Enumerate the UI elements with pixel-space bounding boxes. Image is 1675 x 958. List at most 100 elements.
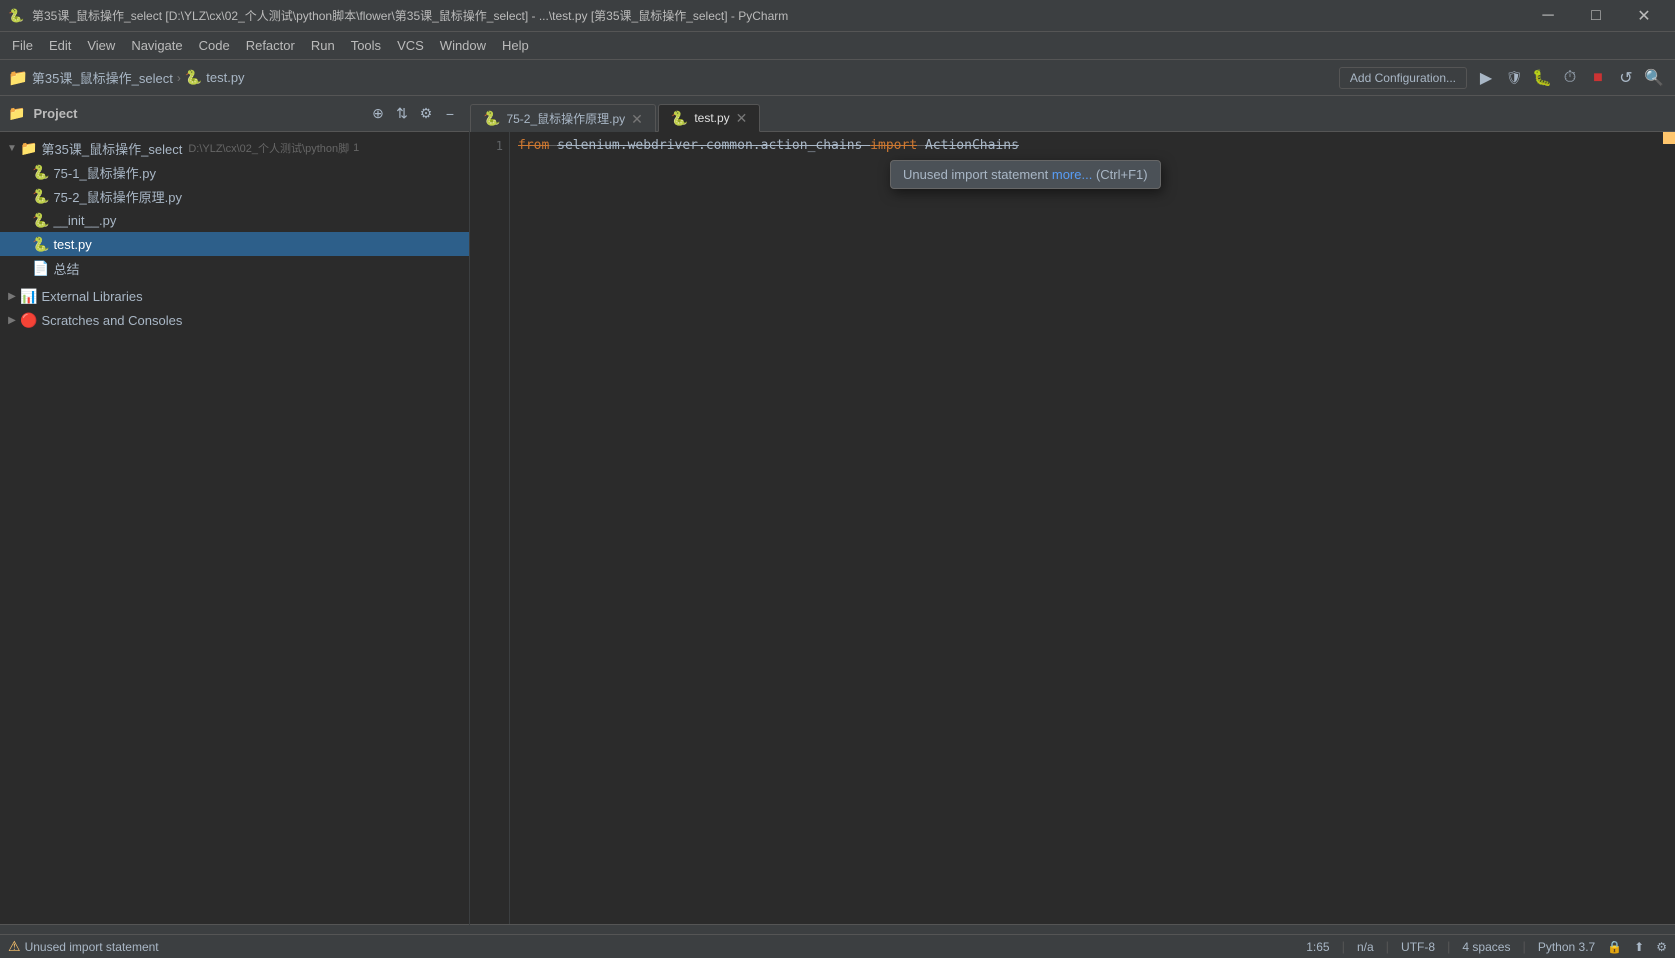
breadcrumb-project[interactable]: 第35课_鼠标操作_select [32,68,173,87]
minimize-button[interactable]: ─ [1525,0,1571,32]
tab-close-75-2[interactable]: ✕ [631,112,643,126]
search-everywhere-button[interactable]: 🔍 [1641,65,1667,91]
code-line-1: from selenium.webdriver.common.action_ch… [518,136,1655,156]
menu-file[interactable]: File [4,34,41,57]
expand-arrow: ▶ [4,288,20,304]
file-label: test.py [53,237,91,252]
menu-code[interactable]: Code [191,34,238,57]
status-indent[interactable]: 4 spaces [1462,940,1510,954]
hide-button[interactable]: − [439,103,461,125]
reload-button[interactable]: ↺ [1613,65,1639,91]
scratches-label: Scratches and Consoles [41,313,182,328]
status-position[interactable]: 1:65 [1306,940,1329,954]
title-bar: 🐍 第35课_鼠标操作_select [D:\YLZ\cx\02_个人测试\py… [0,0,1675,32]
py-file-icon: 🐍 [32,188,49,205]
right-gutter [1663,132,1675,924]
menu-edit[interactable]: Edit [41,34,79,57]
status-bar: ⚠ Unused import statement 1:65 | n/a | U… [0,934,1675,958]
status-selection: n/a [1357,940,1374,954]
tree-item-75-1[interactable]: 🐍 75-1_鼠标操作.py [0,160,469,184]
status-vcs: ⚙ [1656,940,1667,954]
code-area[interactable]: from selenium.webdriver.common.action_ch… [510,132,1663,924]
sidebar-title: Project [33,106,359,121]
window-controls: ─ □ ✕ [1525,0,1667,32]
sidebar-scrollbar[interactable] [0,924,469,934]
tab-label: test.py [694,111,729,125]
run-button[interactable]: ▶ [1473,65,1499,91]
tab-file-icon: 🐍 [483,110,500,127]
extlib-icon: 📊 [20,288,37,305]
menu-bar: File Edit View Navigate Code Refactor Ru… [0,32,1675,60]
folder-icon: 📁 [20,140,37,157]
tab-75-2[interactable]: 🐍 75-2_鼠标操作原理.py ✕ [470,104,656,132]
menu-navigate[interactable]: Navigate [123,34,190,57]
profile-button[interactable]: ⏱ [1557,65,1583,91]
warning-indicator [1663,132,1675,144]
file-label: __init__.py [53,213,116,228]
stop-button[interactable]: ■ [1585,65,1611,91]
maximize-button[interactable]: □ [1573,0,1619,32]
locate-button[interactable]: ⊕ [367,103,389,125]
tab-label: 75-2_鼠标操作原理.py [506,110,625,127]
file-label: 总结 [53,259,79,278]
menu-refactor[interactable]: Refactor [238,34,303,57]
tab-bar: 🐍 75-2_鼠标操作原理.py ✕ 🐍 test.py ✕ [470,96,1675,132]
status-encoding[interactable]: UTF-8 [1401,940,1435,954]
line-number: 1 [353,142,359,154]
file-label: 75-1_鼠标操作.py [53,163,156,182]
project-path: D:\YLZ\cx\02_个人测试\python脚 [188,140,349,156]
file-icon: 📄 [32,260,49,277]
status-lock: 🔒 [1607,940,1622,954]
folder-icon: 📁 [8,105,25,122]
tree-root[interactable]: ▼ 📁 第35课_鼠标操作_select D:\YLZ\cx\02_个人测试\p… [0,136,469,160]
tree-scratches[interactable]: ▶ 🔴 Scratches and Consoles [0,308,469,332]
collapse-button[interactable]: ⇅ [391,103,413,125]
coverage-button[interactable]: 🛡 [1501,65,1527,91]
line-numbers: 1 [470,132,510,924]
tree-item-test[interactable]: 🐍 test.py [0,232,469,256]
menu-view[interactable]: View [79,34,123,57]
editor-body: 1 from selenium.webdriver.common.action_… [470,132,1675,924]
status-warning-text: Unused import statement [25,940,159,954]
menu-window[interactable]: Window [432,34,494,57]
main-content: 📁 Project ⊕ ⇅ ⚙ − ▼ 📁 第35课_鼠标操作_select D… [0,96,1675,934]
status-python[interactable]: Python 3.7 [1538,940,1595,954]
scratches-icon: 🔴 [20,312,37,329]
warning-icon: ⚠ [8,938,21,955]
tree-item-75-2[interactable]: 🐍 75-2_鼠标操作原理.py [0,184,469,208]
line-number-1: 1 [470,136,503,156]
tab-close-test[interactable]: ✕ [736,111,748,125]
menu-vcs[interactable]: VCS [389,34,432,57]
status-right: 1:65 | n/a | UTF-8 | 4 spaces | Python 3… [1306,939,1667,954]
extlib-label: External Libraries [41,289,142,304]
close-button[interactable]: ✕ [1621,0,1667,32]
tree-item-summary[interactable]: 📄 总结 [0,256,469,280]
menu-help[interactable]: Help [494,34,537,57]
project-root-label: 第35课_鼠标操作_select [41,139,182,158]
breadcrumb-file[interactable]: test.py [206,70,244,85]
py-file-icon: 🐍 [32,164,49,181]
tree-external-libraries[interactable]: ▶ 📊 External Libraries [0,284,469,308]
editor-scrollbar[interactable] [470,924,1675,934]
py-file-icon: 🐍 [32,236,49,253]
tab-test[interactable]: 🐍 test.py ✕ [658,104,761,132]
tab-file-icon: 🐍 [671,110,688,127]
sidebar-header: 📁 Project ⊕ ⇅ ⚙ − [0,96,469,132]
status-upload: ⬆ [1634,940,1644,954]
menu-run[interactable]: Run [303,34,343,57]
file-label: 75-2_鼠标操作原理.py [53,187,182,206]
nav-bar: 📁 第35课_鼠标操作_select › 🐍 test.py Add Confi… [0,60,1675,96]
window-title: 第35课_鼠标操作_select [D:\YLZ\cx\02_个人测试\pyth… [32,7,1525,24]
settings-button[interactable]: ⚙ [415,103,437,125]
editor-area: 🐍 75-2_鼠标操作原理.py ✕ 🐍 test.py ✕ 1 from se… [470,96,1675,934]
add-configuration-button[interactable]: Add Configuration... [1339,67,1467,89]
menu-tools[interactable]: Tools [343,34,389,57]
debug-button[interactable]: 🐛 [1529,65,1555,91]
expand-arrow: ▶ [4,312,20,328]
folder-icon: 📁 [8,68,28,88]
tree-item-init[interactable]: 🐍 __init__.py [0,208,469,232]
py-file-icon: 🐍 [32,212,49,229]
tooltip-popup: Unused import statement more... (Ctrl+F1… [890,160,1161,189]
app-icon: 🐍 [8,8,24,24]
tooltip-link[interactable]: more... [1052,167,1092,182]
